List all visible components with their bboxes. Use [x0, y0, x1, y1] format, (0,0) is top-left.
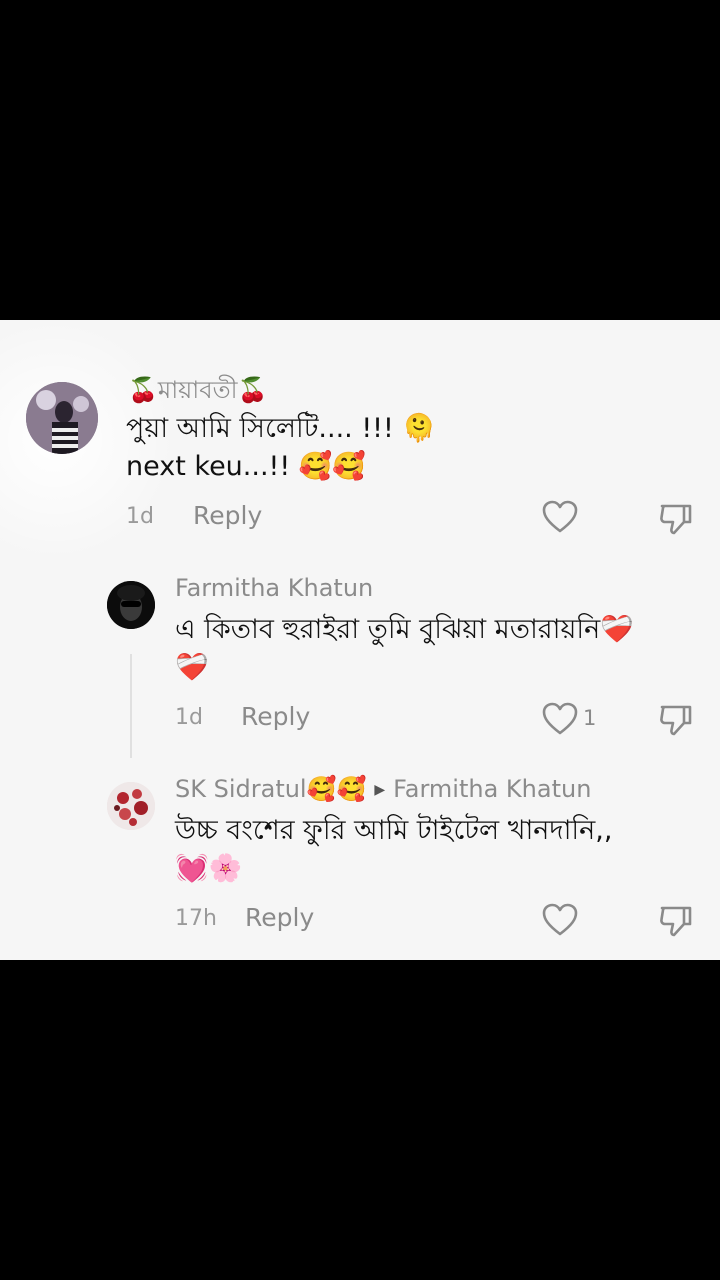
avatar[interactable] [26, 382, 98, 454]
comments-panel: 🍒মায়াবতী🍒 পুয়া আমি সিলেটি.... !!! 🫠 ne… [0, 320, 720, 960]
thumb-down-icon[interactable] [658, 500, 694, 540]
reply-button[interactable]: Reply [245, 903, 314, 932]
avatar[interactable] [107, 581, 155, 629]
comment-author[interactable]: 🍒মায়াবতী🍒 [128, 372, 267, 412]
thumb-down-icon[interactable] [658, 701, 694, 741]
comment-time: 17h [175, 906, 217, 931]
comment-text: পুয়া আমি সিলেটি.... !!! 🫠 [126, 413, 436, 444]
heart-outline-icon[interactable] [542, 500, 578, 538]
comment-text: এ কিতাব হুরাইরা তুমি বুঝিয়া মতারায়নি❤️… [175, 614, 634, 645]
comment-text: 💓🌸 [175, 853, 243, 884]
reply-to-author[interactable]: Farmitha Khatun [393, 775, 591, 803]
thumb-down-icon[interactable] [658, 902, 694, 942]
thread-line [130, 654, 132, 758]
comment-text: ❤️‍🩹 [175, 652, 209, 683]
comment-author[interactable]: SK Sidratul🥰🥰 [175, 775, 366, 803]
reply-button[interactable]: Reply [193, 501, 262, 530]
comment-text: next keu...!! 🥰🥰 [126, 451, 367, 482]
avatar[interactable] [107, 782, 155, 830]
heart-outline-icon[interactable] [542, 903, 578, 941]
comment-author[interactable]: Farmitha Khatun [175, 574, 373, 602]
comment-text: উচ্চ বংশের ফুরি আমি টাইটেল খানদানি,, [175, 815, 613, 846]
like-count: 1 [583, 706, 597, 730]
heart-outline-icon[interactable] [542, 702, 578, 740]
reply-button[interactable]: Reply [241, 702, 310, 731]
reply-arrow-icon: ▶ [374, 782, 386, 798]
comment-author-line: SK Sidratul🥰🥰 ▶ Farmitha Khatun [175, 775, 591, 803]
comment-time: 1d [175, 705, 203, 730]
comment-time: 1d [126, 504, 154, 529]
